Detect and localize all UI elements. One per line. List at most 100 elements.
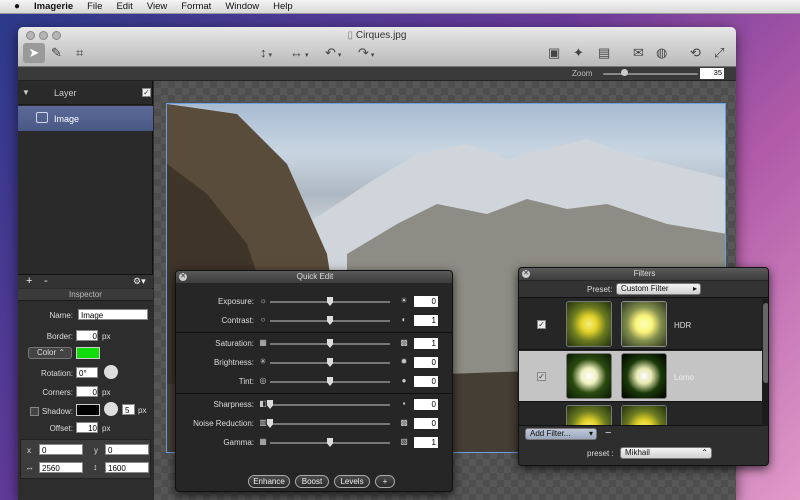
slider-knob[interactable]: [267, 419, 273, 428]
add-layer-button[interactable]: +: [26, 275, 32, 287]
scrollbar[interactable]: [762, 299, 768, 426]
slider-knob[interactable]: [327, 358, 333, 367]
shadow-field[interactable]: 5: [122, 404, 135, 415]
window-title: ▯ Cirques.jpg: [347, 30, 407, 41]
quick-edit-value-field[interactable]: 1: [414, 315, 438, 326]
disclosure-triangle-icon[interactable]: ▼: [22, 88, 30, 97]
quick-edit-value-field[interactable]: 0: [414, 357, 438, 368]
color-select[interactable]: Color ⌃: [28, 347, 72, 359]
zoom-slider[interactable]: [603, 73, 698, 75]
layer-visible-checkbox[interactable]: ✓: [142, 88, 151, 97]
shadow-color-swatch[interactable]: [76, 404, 100, 416]
width-field[interactable]: 2560: [39, 462, 83, 473]
inspector: Inspector Name: Image Border: 0 px Color…: [18, 289, 153, 500]
filter-row-hdr[interactable]: ✓ HDR: [519, 299, 762, 350]
border-color-swatch[interactable]: [76, 347, 100, 359]
quick-edit-value-field[interactable]: 0: [414, 399, 438, 410]
image-icon[interactable]: ▣: [548, 43, 560, 63]
slider-max-icon: ▪: [402, 399, 406, 408]
flip-vertical-icon[interactable]: ↕ ▾: [260, 43, 272, 63]
menu-file[interactable]: File: [87, 1, 102, 12]
menu-format[interactable]: Format: [181, 1, 211, 12]
shadow-angle-dial[interactable]: [104, 402, 118, 416]
pencil-tool-icon[interactable]: ✎: [51, 43, 62, 63]
quick-edit-value-field[interactable]: 0: [414, 418, 438, 429]
zoom-slider-knob[interactable]: [621, 69, 628, 76]
menu-help[interactable]: Help: [273, 1, 293, 12]
slider-knob[interactable]: [327, 316, 333, 325]
border-field[interactable]: 0: [76, 330, 98, 341]
gear-icon[interactable]: ⚙▾: [133, 276, 146, 287]
corners-field[interactable]: 0: [76, 386, 98, 397]
shadow-checkbox[interactable]: [30, 407, 39, 416]
filter-row-3[interactable]: [519, 403, 762, 426]
flip-horizontal-icon[interactable]: ↔ ▾: [290, 43, 309, 63]
rotation-dial[interactable]: [104, 365, 118, 379]
enhance-button[interactable]: Enhance: [248, 475, 290, 488]
slider-knob[interactable]: [327, 377, 333, 386]
scrollbar-thumb[interactable]: [763, 303, 768, 383]
menu-edit[interactable]: Edit: [116, 1, 132, 12]
height-field[interactable]: 1600: [105, 462, 149, 473]
bottom-preset-select[interactable]: Mikhail ⌃: [620, 447, 712, 459]
quick-edit-value-field[interactable]: 1: [414, 338, 438, 349]
preset-bar: Preset: Custom Filter ▸: [519, 281, 768, 298]
left-panel: ▼ Layer ✓ Image + - ⚙▾ Inspector Name: I…: [18, 81, 153, 500]
filter-checkbox[interactable]: ✓: [537, 372, 546, 381]
menu-window[interactable]: Window: [225, 1, 259, 12]
y-field[interactable]: 0: [105, 444, 149, 455]
quick-edit-row: Gamma: ▦ ▧ 1: [176, 434, 452, 453]
slider-knob[interactable]: [327, 297, 333, 306]
levels-button[interactable]: Levels: [334, 475, 370, 488]
offset-field[interactable]: 10: [76, 422, 98, 433]
filter-checkbox[interactable]: ✓: [537, 320, 546, 329]
rotation-field[interactable]: 0°: [76, 367, 98, 378]
select-tool-icon[interactable]: ➤: [23, 43, 45, 63]
name-field[interactable]: Image: [78, 309, 148, 320]
quick-edit-value-field[interactable]: 1: [414, 437, 438, 448]
add-filter-button[interactable]: Add Filter... ▾: [525, 428, 597, 440]
slider-min-icon: ☼: [259, 296, 267, 305]
x-field[interactable]: 0: [39, 444, 83, 455]
rotate-right-icon[interactable]: ↷ ▾: [358, 43, 374, 63]
px-unit: px: [102, 332, 111, 341]
fullscreen-icon[interactable]: ⤢: [714, 43, 724, 63]
apple-menu-icon[interactable]: ●: [14, 1, 20, 12]
filters-panel: Filters ✕ Preset: Custom Filter ▸ ✓ HDR ✓…: [518, 267, 769, 466]
filter-row-lomo[interactable]: ✓ Lomo: [519, 351, 762, 402]
close-icon[interactable]: ✕: [179, 273, 187, 281]
slider-knob[interactable]: [267, 400, 273, 409]
slider-knob[interactable]: [327, 339, 333, 348]
revert-icon[interactable]: ⟲: [690, 43, 701, 63]
quick-edit-label: Noise Reduction:: [193, 419, 254, 428]
quick-edit-value-field[interactable]: 0: [414, 296, 438, 307]
menu-view[interactable]: View: [147, 1, 167, 12]
inspector-icon[interactable]: ▤: [598, 43, 610, 63]
layer-item-image[interactable]: Image: [18, 106, 153, 131]
close-icon[interactable]: ✕: [522, 270, 530, 278]
menu-bar: ● Imagerie File Edit View Format Window …: [0, 0, 800, 14]
mail-icon[interactable]: ✉: [633, 43, 644, 63]
shadow-label: Shadow:: [41, 407, 73, 416]
boost-button[interactable]: Boost: [295, 475, 329, 488]
preset-select[interactable]: Custom Filter ▸: [616, 283, 701, 295]
crop-tool-icon[interactable]: ⌗: [76, 43, 83, 63]
quick-edit-slider[interactable]: [270, 423, 390, 425]
rotate-left-icon[interactable]: ↶ ▾: [325, 43, 341, 63]
slider-min-icon: ✳: [259, 357, 267, 366]
magic-wand-icon[interactable]: ✦: [573, 43, 584, 63]
remove-filter-button[interactable]: −: [605, 427, 611, 439]
web-icon[interactable]: ◍: [656, 43, 667, 63]
slider-min-icon: ○: [260, 315, 266, 324]
zoom-value-field[interactable]: 35: [700, 68, 724, 79]
quick-edit-value-field[interactable]: 0: [414, 376, 438, 387]
quick-edit-row: Sharpness: ◧ ▪ 0: [176, 396, 452, 415]
layer-header: ▼ Layer ✓: [18, 81, 153, 105]
menu-app[interactable]: Imagerie: [34, 1, 73, 12]
slider-knob[interactable]: [327, 438, 333, 447]
remove-layer-button[interactable]: -: [44, 275, 48, 287]
filter-before-thumbnail: [566, 353, 612, 399]
quick-edit-slider[interactable]: [270, 404, 390, 406]
width-icon: ↔: [25, 462, 34, 472]
add-button[interactable]: +: [375, 475, 395, 488]
